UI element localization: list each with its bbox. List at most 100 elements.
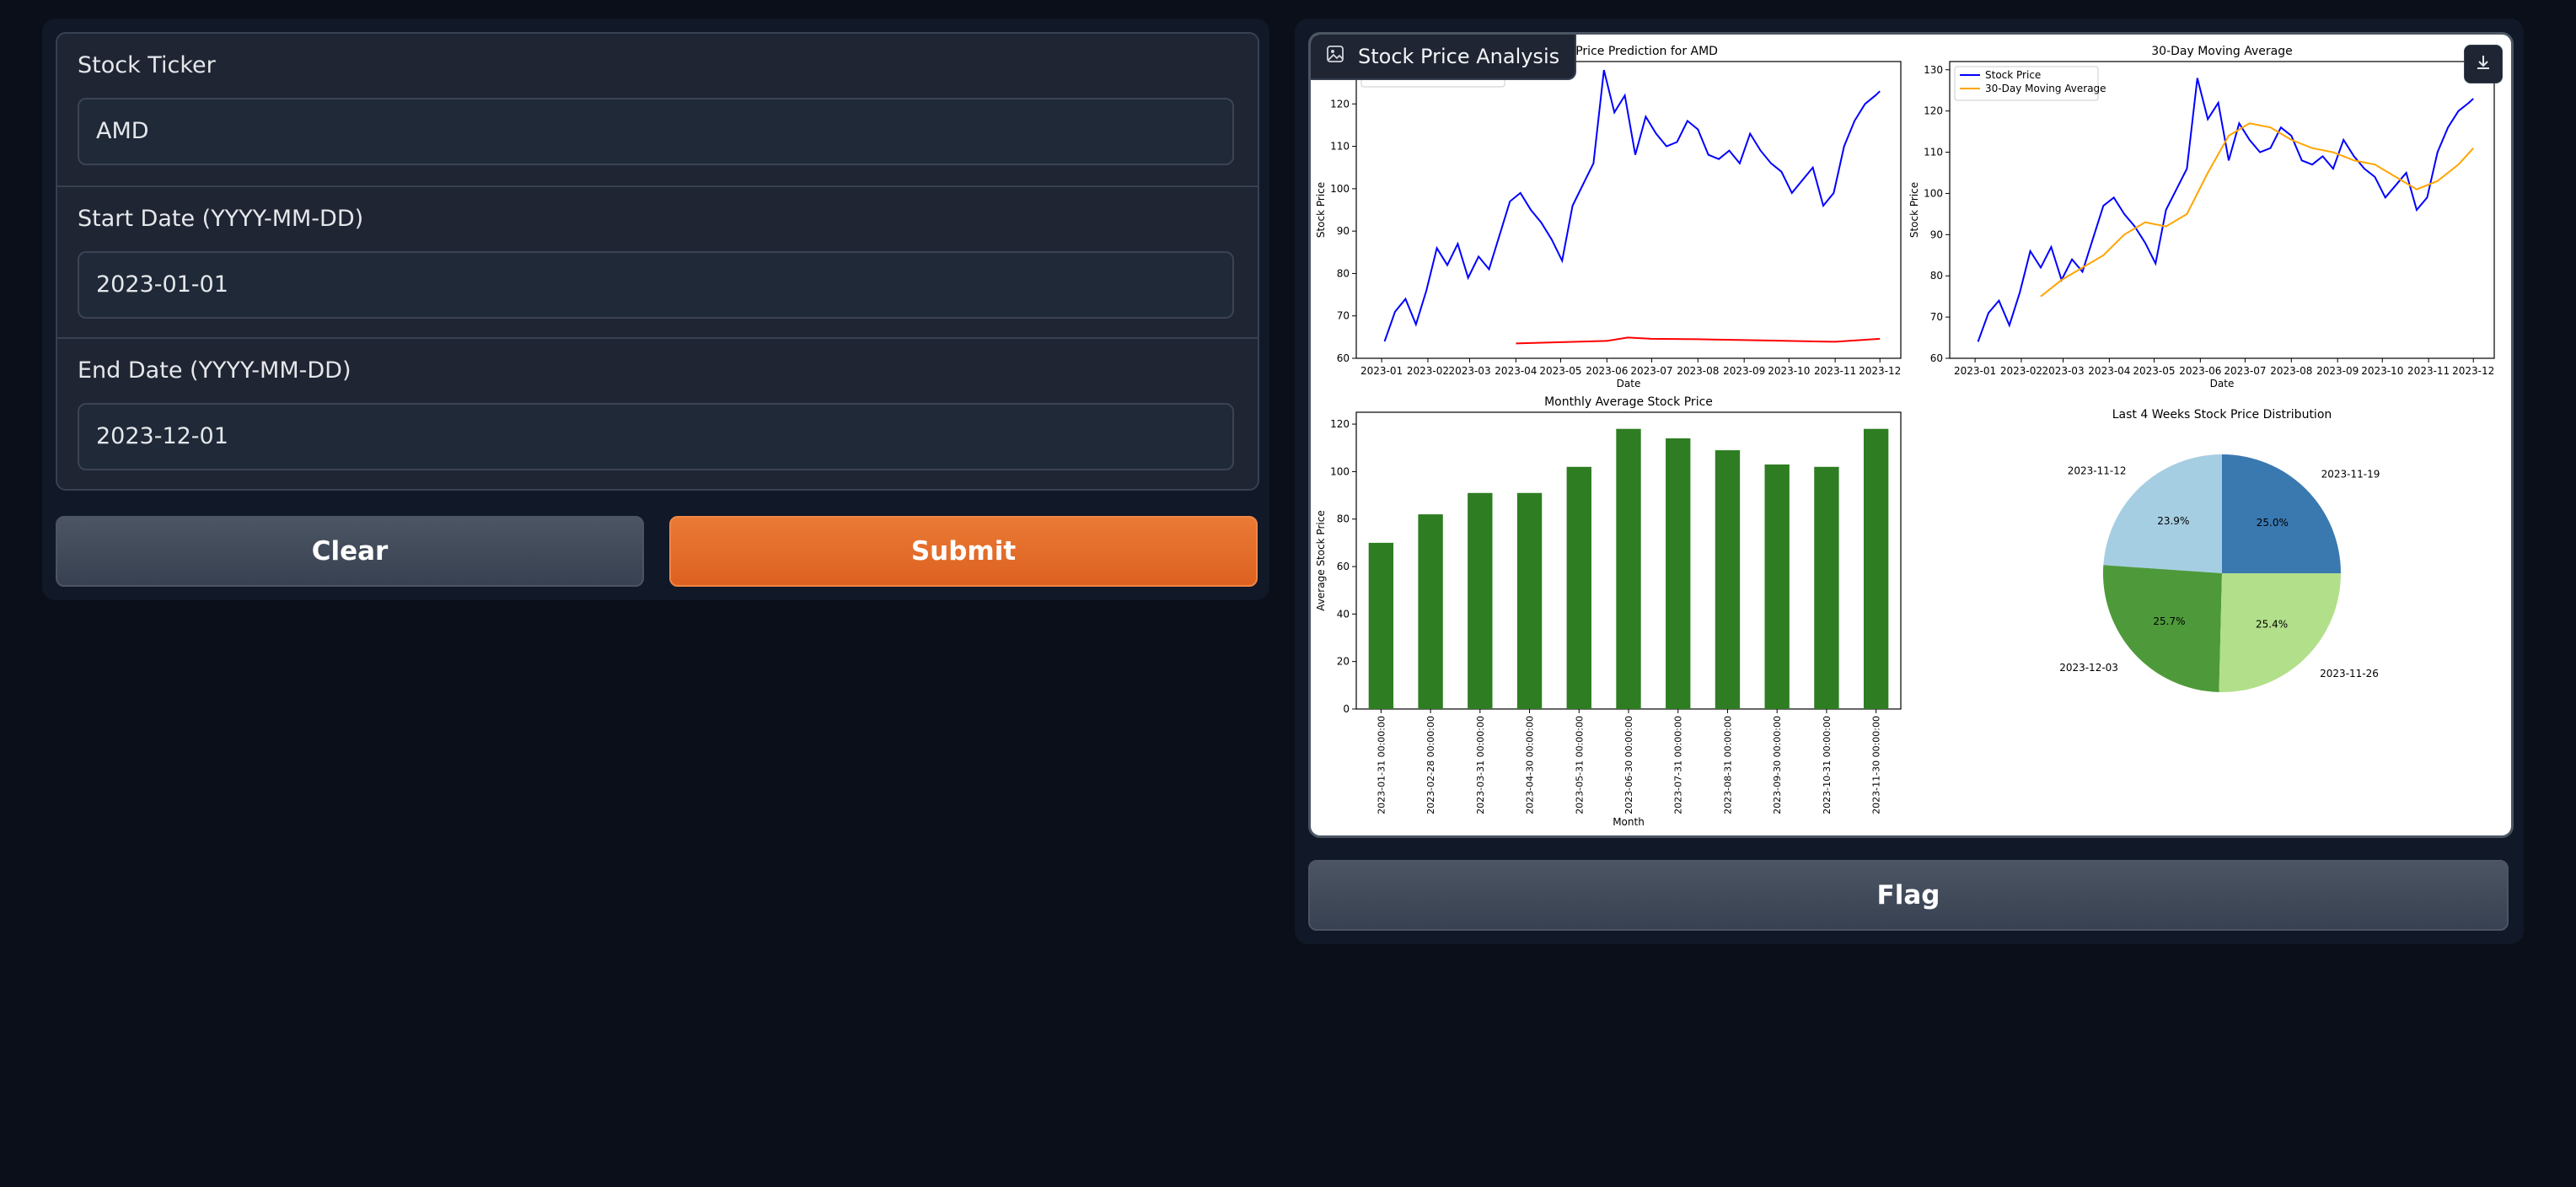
chart-monthly-average: Monthly Average Stock Price 0 20 40 60 80 100 1… (1315, 395, 1902, 828)
y-tick-label: 90 (1930, 228, 1943, 240)
x-tick-label: 2023-01-31 00:00:00 (1376, 716, 1387, 814)
x-tick-label: 2023-03 (1448, 365, 1490, 377)
series-line-0 (1383, 69, 1881, 342)
x-tick-label: 2023-08-31 00:00:00 (1722, 716, 1733, 814)
end-date-field: End Date (YYYY-MM-DD) 2023-12-01 (57, 337, 1258, 489)
x-tick-label: 2023-02-28 00:00:00 (1425, 716, 1436, 814)
bar (1566, 466, 1591, 709)
pie-pct-label: 25.4% (2256, 619, 2288, 631)
pie-pct-label: 25.7% (2153, 615, 2185, 627)
x-tick-label: 2023-07 (1630, 365, 1672, 377)
x-tick-label: 2023-05-31 00:00:00 (1574, 716, 1585, 814)
y-tick-label: 120 (1330, 98, 1350, 110)
x-tick-label: 2023-11-30 00:00:00 (1871, 716, 1882, 814)
x-tick-label: 2023-11 (1814, 365, 1856, 377)
legend-label: 30-Day Moving Average (1985, 83, 2106, 94)
end-date-input[interactable]: 2023-12-01 (78, 403, 1234, 470)
bar (1715, 450, 1741, 709)
chart-title: Monthly Average Stock Price (1544, 395, 1713, 409)
y-tick-label: 100 (1924, 187, 1943, 199)
x-tick-label: 2023-12 (2452, 365, 2494, 377)
y-tick-label: 110 (1330, 141, 1350, 153)
y-tick-label: 80 (1337, 267, 1350, 279)
output-image: Stock Price Analysis Stock Price Predict… (1308, 32, 2514, 838)
x-tick-label: 2023-06-30 00:00:00 (1623, 716, 1634, 814)
pie-slice (2102, 565, 2222, 692)
chart-title: Last 4 Weeks Stock Price Distribution (2112, 408, 2332, 422)
download-button[interactable] (2464, 45, 2503, 83)
y-tick-label: 70 (1930, 311, 1943, 323)
bar (1368, 542, 1394, 709)
bar (1468, 492, 1493, 709)
x-tick-label: 2023-06 (1586, 365, 1628, 377)
x-tick-label: 2023-01 (1360, 365, 1403, 377)
bar (1764, 464, 1790, 709)
bar (1516, 492, 1543, 709)
x-tick-label: 2023-02 (2000, 365, 2042, 377)
y-tick-label: 100 (1330, 183, 1350, 195)
input-panel: Stock Ticker AMD Start Date (YYYY-MM-DD)… (42, 19, 1269, 600)
x-tick-label: 2023-10 (1768, 365, 1810, 377)
bar (1814, 466, 1839, 709)
y-tick-label: 120 (1330, 418, 1350, 430)
x-tick-label: 2023-11 (2407, 365, 2450, 377)
start-date-label: Start Date (YYYY-MM-DD) (78, 206, 364, 232)
bar (1863, 428, 1889, 709)
y-tick-label: 100 (1330, 465, 1350, 477)
submit-button[interactable]: Submit (669, 516, 1258, 587)
x-axis-label: Date (2210, 378, 2235, 389)
pie-slice-label: 2023-12-03 (2059, 662, 2118, 674)
pie-slice-label: 2023-11-12 (2068, 465, 2127, 476)
x-tick-label: 2023-08 (1677, 365, 1719, 377)
output-panel: Stock Price Analysis Stock Price Predict… (1295, 19, 2524, 944)
bar (1616, 428, 1641, 709)
chart-moving-average: 30-Day Moving Average2023-01 2023-02 2023-… (1908, 45, 2495, 389)
y-axis-label: Stock Price (1315, 182, 1327, 238)
chart-price-prediction: Stock Price Prediction for AMD2023-01 202… (1315, 45, 1902, 389)
pie-pct-label: 25.0% (2257, 517, 2289, 529)
clear-button[interactable]: Clear (56, 516, 644, 587)
charts-figure: Stock Price Prediction for AMD2023-01 202… (1315, 45, 2495, 828)
x-tick-label: 2023-02 (1407, 365, 1449, 377)
legend-label: Stock Price (1985, 69, 2041, 81)
stock-ticker-label: Stock Ticker (78, 52, 216, 78)
download-icon (2474, 53, 2493, 75)
x-tick-label: 2023-06 (2179, 365, 2221, 377)
x-tick-label: 2023-08 (2270, 365, 2312, 377)
y-axis-label: Average Stock Price (1315, 510, 1327, 610)
x-tick-label: 2023-04 (1495, 365, 1537, 377)
y-tick-label: 120 (1924, 105, 1943, 117)
x-tick-label: 2023-01 (1954, 365, 1996, 377)
x-tick-label: 2023-09 (1723, 365, 1765, 377)
stock-ticker-field: Stock Ticker AMD (57, 34, 1258, 184)
x-axis-label: Date (1617, 378, 1641, 389)
y-axis-label: Stock Price (1908, 182, 1920, 238)
flag-button[interactable]: Flag (1308, 860, 2509, 931)
x-tick-label: 2023-12 (1859, 365, 1901, 377)
plot-frame (1949, 61, 2495, 359)
stock-ticker-input[interactable]: AMD (78, 98, 1234, 165)
y-tick-label: 80 (1337, 513, 1350, 525)
pie-slice-label: 2023-11-26 (2320, 668, 2379, 679)
x-tick-label: 2023-07-31 00:00:00 (1673, 716, 1684, 814)
x-tick-label: 2023-03-31 00:00:00 (1475, 716, 1486, 814)
pie-slice-label: 2023-11-19 (2321, 468, 2380, 480)
y-tick-label: 110 (1924, 147, 1943, 158)
image-icon (1326, 45, 1344, 68)
y-tick-label: 130 (1924, 64, 1943, 76)
x-tick-label: 2023-09 (2316, 365, 2359, 377)
pie-pct-label: 23.9% (2157, 515, 2189, 527)
x-tick-label: 2023-10 (2361, 365, 2403, 377)
series-line-1 (1516, 336, 1881, 345)
chart-pie-distribution: Last 4 Weeks Stock Price Distribution 23.… (2059, 408, 2380, 693)
bar (1418, 514, 1443, 709)
start-date-input[interactable]: 2023-01-01 (78, 251, 1234, 319)
y-tick-label: 40 (1337, 608, 1350, 620)
y-tick-label: 60 (1930, 352, 1943, 364)
x-tick-label: 2023-03 (2042, 365, 2084, 377)
chart-title: 30-Day Moving Average (2151, 45, 2292, 58)
x-axis-label: Month (1613, 816, 1645, 828)
plot-frame (1355, 61, 1902, 359)
y-tick-label: 60 (1337, 561, 1350, 572)
x-tick-label: 2023-04-30 00:00:00 (1525, 716, 1536, 814)
